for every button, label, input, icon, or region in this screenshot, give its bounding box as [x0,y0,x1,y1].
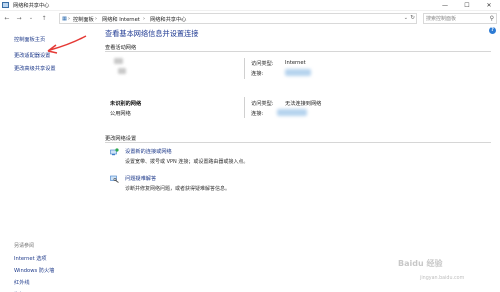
task-setup-new-connection-link[interactable]: 设置新的连接或网络 [125,148,172,155]
breadcrumb-network-internet[interactable]: 网络和 Internet [102,16,140,23]
address-dropdown-icon[interactable]: ⌄ [404,15,408,21]
breadcrumb-network-sharing-center[interactable]: 网络和共享中心 [150,16,186,23]
network-center-icon [2,2,9,8]
sidebar: 控制面板主页 更改适配器设置 更改高级共享设置 另请参阅 Internet 选项… [0,25,100,292]
search-input[interactable] [426,15,484,23]
search-box[interactable]: ⚲ [423,13,497,24]
breadcrumb-separator-icon[interactable]: › [143,16,145,22]
change-network-settings-label: 更改网络设置 [105,136,137,142]
network2-access-type-value: 无法连接到网络 [285,101,322,107]
redacted-network-name [114,58,123,64]
search-icon[interactable]: ⚲ [490,15,494,22]
breadcrumb-control-panel[interactable]: 控制面板 [73,16,94,23]
see-also-windows-firewall[interactable]: Windows 防火墙 [14,267,54,274]
troubleshoot-icon [110,175,119,183]
recent-locations-chevron-icon[interactable]: ⌄ [27,14,35,23]
see-also-infrared[interactable]: 红外线 [14,279,30,286]
active-networks-label: 查看活动网络 [105,45,137,51]
network1-connection-label: 连接: [251,71,264,77]
help-icon[interactable]: ? [489,27,496,34]
redacted-network-type [118,68,126,74]
minimize-button[interactable]: — [434,0,456,11]
network1-access-type-value: Internet [285,60,306,66]
divider [105,51,491,52]
column-divider [244,97,245,118]
navigation-bar: ← → ⌄ ↑ ▦ › 控制面板 › 网络和 Internet › 网络和共享中… [0,12,500,25]
network2-type: 公用网络 [110,111,131,117]
see-also-heading: 另请参阅 [14,243,35,249]
sidebar-link-control-panel-home[interactable]: 控制面板主页 [14,36,45,43]
page-title: 查看基本网络信息并设置连接 [105,29,199,38]
task-troubleshoot-desc: 诊断并修复网络问题，或者获得疑难解答信息。 [125,186,231,192]
task-setup-new-connection-desc: 设置宽带、拨号或 VPN 连接；或设置路由器或接入点。 [125,159,249,165]
address-bar[interactable]: ▦ › 控制面板 › 网络和 Internet › 网络和共享中心 ⌄ ↻ [59,13,417,24]
sidebar-link-change-adapter-settings[interactable]: 更改适配器设置 [14,52,50,59]
main-panel: ? 查看基本网络信息并设置连接 查看活动网络 访问类型: Internet 连接… [100,25,500,292]
forward-arrow-icon[interactable]: → [15,14,23,23]
column-divider [244,58,245,79]
back-arrow-icon[interactable]: ← [3,14,11,23]
divider [105,142,491,143]
task-troubleshoot-link[interactable]: 问题疑难解答 [125,175,156,182]
title-bar: 网络和共享中心 — ☐ ✕ [0,0,500,11]
baidu-watermark: Baidu 经验 [398,259,443,268]
network1-connection-link[interactable] [285,69,311,76]
baidu-watermark-url: jingyan.baidu.com [420,276,465,281]
refresh-icon[interactable]: ↻ [410,15,415,21]
network2-name: 未识别的网络 [110,101,142,107]
up-arrow-icon[interactable]: ↑ [40,14,48,23]
close-button[interactable]: ✕ [478,0,500,11]
maximize-button[interactable]: ☐ [456,0,478,11]
network2-connection-link[interactable] [277,109,307,116]
sidebar-link-change-advanced-sharing[interactable]: 更改高级共享设置 [14,65,56,72]
new-connection-icon [110,148,119,156]
window-title: 网络和共享中心 [13,3,50,9]
breadcrumb-separator-icon[interactable]: › [95,16,97,22]
see-also-internet-options[interactable]: Internet 选项 [14,255,47,262]
breadcrumb-separator-icon[interactable]: › [68,16,70,22]
network2-access-type-label: 访问类型: [251,101,274,107]
network1-access-type-label: 访问类型: [251,61,274,67]
control-panel-root-icon[interactable]: ▦ [62,16,67,22]
network2-connection-label: 连接: [251,111,264,117]
